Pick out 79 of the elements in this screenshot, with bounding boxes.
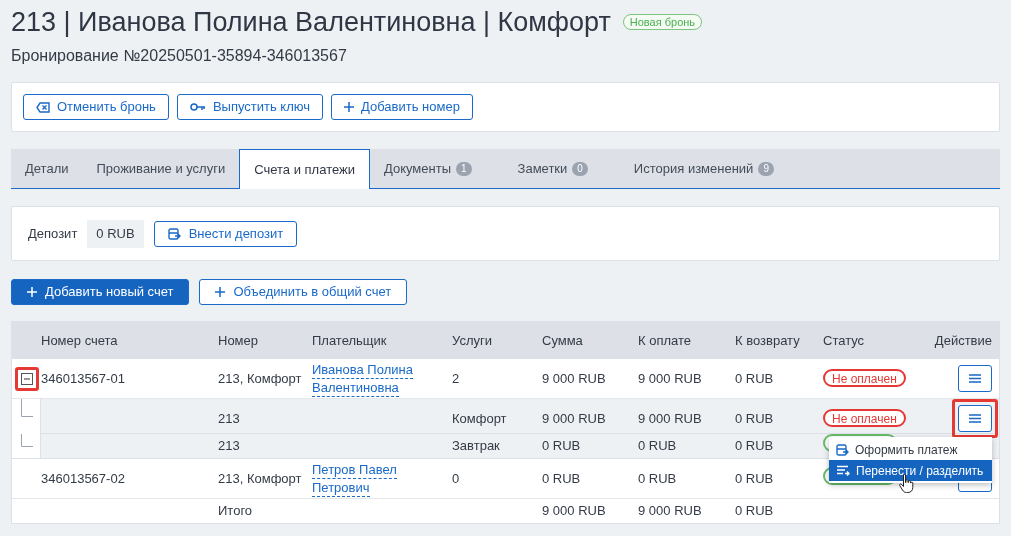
- payer-link[interactable]: Иванова Полина: [312, 360, 413, 379]
- table-cell-text: 0 RUB: [735, 502, 775, 521]
- column-header: Статус: [823, 331, 866, 350]
- booking-number: Бронирование №20250501-35894-346013567: [11, 46, 348, 66]
- plus-icon: [27, 287, 37, 297]
- key-icon: [189, 102, 206, 112]
- column-header: Номер: [218, 331, 259, 350]
- table-cell-text: 0 RUB: [542, 469, 582, 488]
- collapse-toggle[interactable]: [20, 372, 33, 385]
- menu-button[interactable]: [958, 405, 992, 432]
- menu-button[interactable]: [958, 365, 992, 392]
- table-cell-text: 0 RUB: [638, 469, 678, 488]
- minus-icon: [23, 375, 30, 382]
- status-badge: Не оплачен: [823, 408, 906, 427]
- table-cell-text: 9 000 RUB: [638, 502, 703, 521]
- payer-link[interactable]: Петров Павел: [312, 460, 397, 479]
- tree-line: [21, 399, 33, 417]
- list-arrow-icon: [836, 465, 850, 476]
- tab[interactable]: Заметки 0: [503, 149, 602, 188]
- menu-item[interactable]: Оформить платеж: [829, 439, 992, 460]
- table-cell-text: 346013567-01: [41, 369, 126, 388]
- column-header: К возврату: [735, 331, 801, 350]
- status-badge: Новая бронь: [622, 14, 703, 30]
- deposit-button[interactable]: Внести депозит: [153, 220, 298, 247]
- tab[interactable]: Счета и платежи: [239, 149, 370, 189]
- column-header: Действие: [934, 331, 993, 350]
- column-header: Услуги: [452, 331, 493, 350]
- payer-link[interactable]: Петрович: [312, 478, 370, 497]
- menu-icon: [969, 414, 981, 423]
- table-cell-text: 0 RUB: [542, 437, 582, 456]
- table-cell-text: 213: [218, 437, 241, 456]
- column-header: К оплате: [638, 331, 693, 350]
- count-badge: 9: [758, 161, 774, 176]
- table-cell-text: Завтрак: [452, 437, 501, 456]
- payer-link[interactable]: Валентиновна: [312, 378, 399, 397]
- menu-item[interactable]: Перенести / разделить: [829, 460, 992, 481]
- action-button[interactable]: Отменить бронь: [23, 94, 169, 120]
- tab[interactable]: История изменений 9: [619, 149, 788, 188]
- table-cell-text: 0 RUB: [735, 437, 775, 456]
- wallet-icon: [836, 443, 849, 456]
- deposit-label: Депозит: [28, 224, 78, 243]
- add-button[interactable]: Объединить в общий счет: [199, 279, 408, 305]
- tree-line: [21, 434, 33, 447]
- action-button[interactable]: Выпустить ключ: [176, 94, 323, 120]
- table-cell-text: Комфорт: [452, 409, 508, 428]
- table-cell-text: 9 000 RUB: [542, 369, 607, 388]
- count-badge: 1: [456, 161, 472, 176]
- table-cell-text: 0 RUB: [638, 437, 678, 456]
- menu-icon: [969, 374, 981, 383]
- table-cell-text: 213, Комфорт: [218, 369, 303, 388]
- column-header: Плательщик: [312, 331, 388, 350]
- tab[interactable]: Детали: [11, 149, 83, 188]
- table-cell-text: 9 000 RUB: [638, 369, 703, 388]
- table-cell-text: 0 RUB: [735, 369, 775, 388]
- plus-icon: [344, 102, 354, 112]
- table-cell-text: 0: [452, 469, 461, 488]
- table-cell-text: 9 000 RUB: [542, 502, 607, 521]
- column-header: Номер счета: [41, 331, 119, 350]
- tab[interactable]: Документы 1: [370, 149, 486, 188]
- count-badge: 0: [572, 161, 588, 176]
- action-button[interactable]: Добавить номер: [331, 94, 473, 120]
- backspace-icon: [36, 101, 50, 113]
- table-cell-text: 346013567-02: [41, 469, 126, 488]
- table-cell-text: 213, Комфорт: [218, 469, 303, 488]
- table-cell-text: 9 000 RUB: [542, 409, 607, 428]
- table-cell-text: Итого: [218, 502, 254, 521]
- plus-icon: [215, 287, 226, 297]
- tab[interactable]: Проживание и услуги: [82, 149, 240, 188]
- deposit-value: 0 RUB: [87, 219, 144, 248]
- table-cell-text: 9 000 RUB: [638, 409, 703, 428]
- wallet-icon: [167, 227, 181, 240]
- table-cell-text: 213: [218, 409, 241, 428]
- table-cell-text: 0 RUB: [735, 469, 775, 488]
- column-header: Сумма: [542, 331, 584, 350]
- table-cell-text: 2: [452, 369, 461, 388]
- status-badge: Не оплачен: [823, 368, 906, 387]
- table-cell-text: 0 RUB: [735, 409, 775, 428]
- add-button[interactable]: Добавить новый счет: [11, 279, 190, 305]
- page-title: 213 | Иванова Полина Валентиновна | Комфорт: [11, 5, 611, 39]
